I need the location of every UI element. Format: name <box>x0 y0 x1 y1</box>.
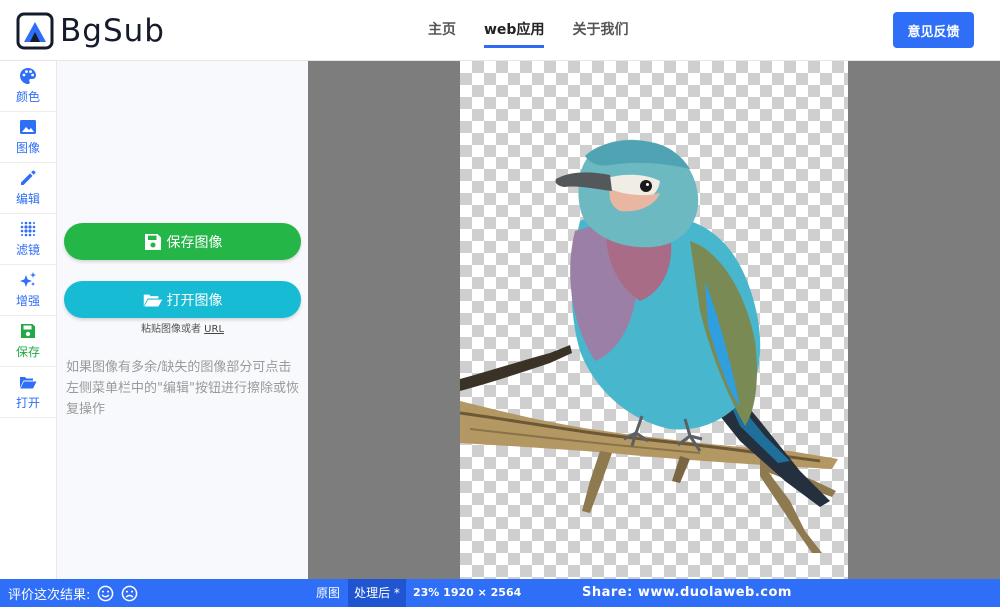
feedback-button[interactable]: 意见反馈 <box>893 12 974 48</box>
rail-label: 颜色 <box>15 90 40 104</box>
nav-web-app[interactable]: web应用 <box>484 19 545 48</box>
rail-label: 保存 <box>15 345 40 359</box>
transparent-canvas[interactable] <box>460 61 848 579</box>
main-nav: 主页 web应用 关于我们 <box>428 19 656 48</box>
floppy-disk-icon <box>144 233 161 250</box>
edit-tip-text: 如果图像有多余/缺失的图像部分可点击左侧菜单栏中的"编辑"按钮进行擦除或恢复操作 <box>66 360 299 417</box>
folder-open-icon <box>20 377 37 389</box>
share-text: Share: www.duolaweb.com <box>582 585 792 600</box>
folder-open-icon <box>143 294 162 307</box>
rail-label: 编辑 <box>15 192 40 206</box>
rail-label: 图像 <box>15 141 40 155</box>
paste-hint-text: 粘贴图像或者 <box>140 324 201 335</box>
smile-face-icon[interactable] <box>97 585 114 602</box>
nav-about-us[interactable]: 关于我们 <box>572 19 628 48</box>
rail-item-edit[interactable]: 编辑 <box>0 163 56 214</box>
floppy-disk-icon <box>21 324 35 338</box>
top-header: BgSub 主页 web应用 关于我们 意见反馈 <box>0 0 1000 61</box>
palette-icon <box>20 68 36 84</box>
tool-rail: 颜色 图像 编辑 滤镜 增强 保存 打开 <box>0 61 57 579</box>
logo[interactable]: BgSub <box>16 11 165 51</box>
open-image-label: 打开图像 <box>166 292 223 309</box>
open-image-button[interactable]: 打开图像 <box>64 281 301 318</box>
rail-label: 增强 <box>15 294 40 308</box>
rail-item-save[interactable]: 保存 <box>0 316 56 367</box>
paste-hint: 粘贴图像或者 URL <box>57 320 308 335</box>
rail-item-open[interactable]: 打开 <box>0 367 56 418</box>
image-info: 23% 1920 × 2564 <box>413 586 522 599</box>
rail-item-color[interactable]: 颜色 <box>0 61 56 112</box>
preview-stage[interactable] <box>308 61 1000 579</box>
paste-url-link[interactable]: URL <box>204 324 224 335</box>
rail-label: 打开 <box>15 396 40 410</box>
sad-face-icon[interactable] <box>121 585 138 602</box>
side-panel: 保存图像 打开图像 粘贴图像或者 URL 如果图像有多余/缺失的图像部分可点击左… <box>57 61 308 579</box>
view-original-tab[interactable]: 原图 <box>308 579 348 607</box>
rating-label: 评价这次结果: <box>8 588 91 603</box>
nav-home[interactable]: 主页 <box>428 19 456 48</box>
sparkle-icon <box>20 272 36 287</box>
rail-item-image[interactable]: 图像 <box>0 112 56 163</box>
processed-bird-image <box>460 139 838 553</box>
image-icon <box>20 120 36 134</box>
pencil-icon <box>21 170 36 185</box>
rail-label: 滤镜 <box>15 243 40 257</box>
status-bar: 评价这次结果: 原图 处理后 * 23% 1920 × 2564 Share: … <box>0 579 1000 607</box>
save-image-label: 保存图像 <box>166 234 223 251</box>
rail-item-enhance[interactable]: 增强 <box>0 265 56 316</box>
logo-text: BgSub <box>60 13 165 49</box>
save-image-button[interactable]: 保存图像 <box>64 223 301 260</box>
rating-section: 评价这次结果: <box>8 584 138 603</box>
dot-grid-icon <box>20 221 36 237</box>
rail-item-filter[interactable]: 滤镜 <box>0 214 56 265</box>
view-processed-tab[interactable]: 处理后 * <box>348 579 406 607</box>
logo-icon <box>16 12 54 50</box>
